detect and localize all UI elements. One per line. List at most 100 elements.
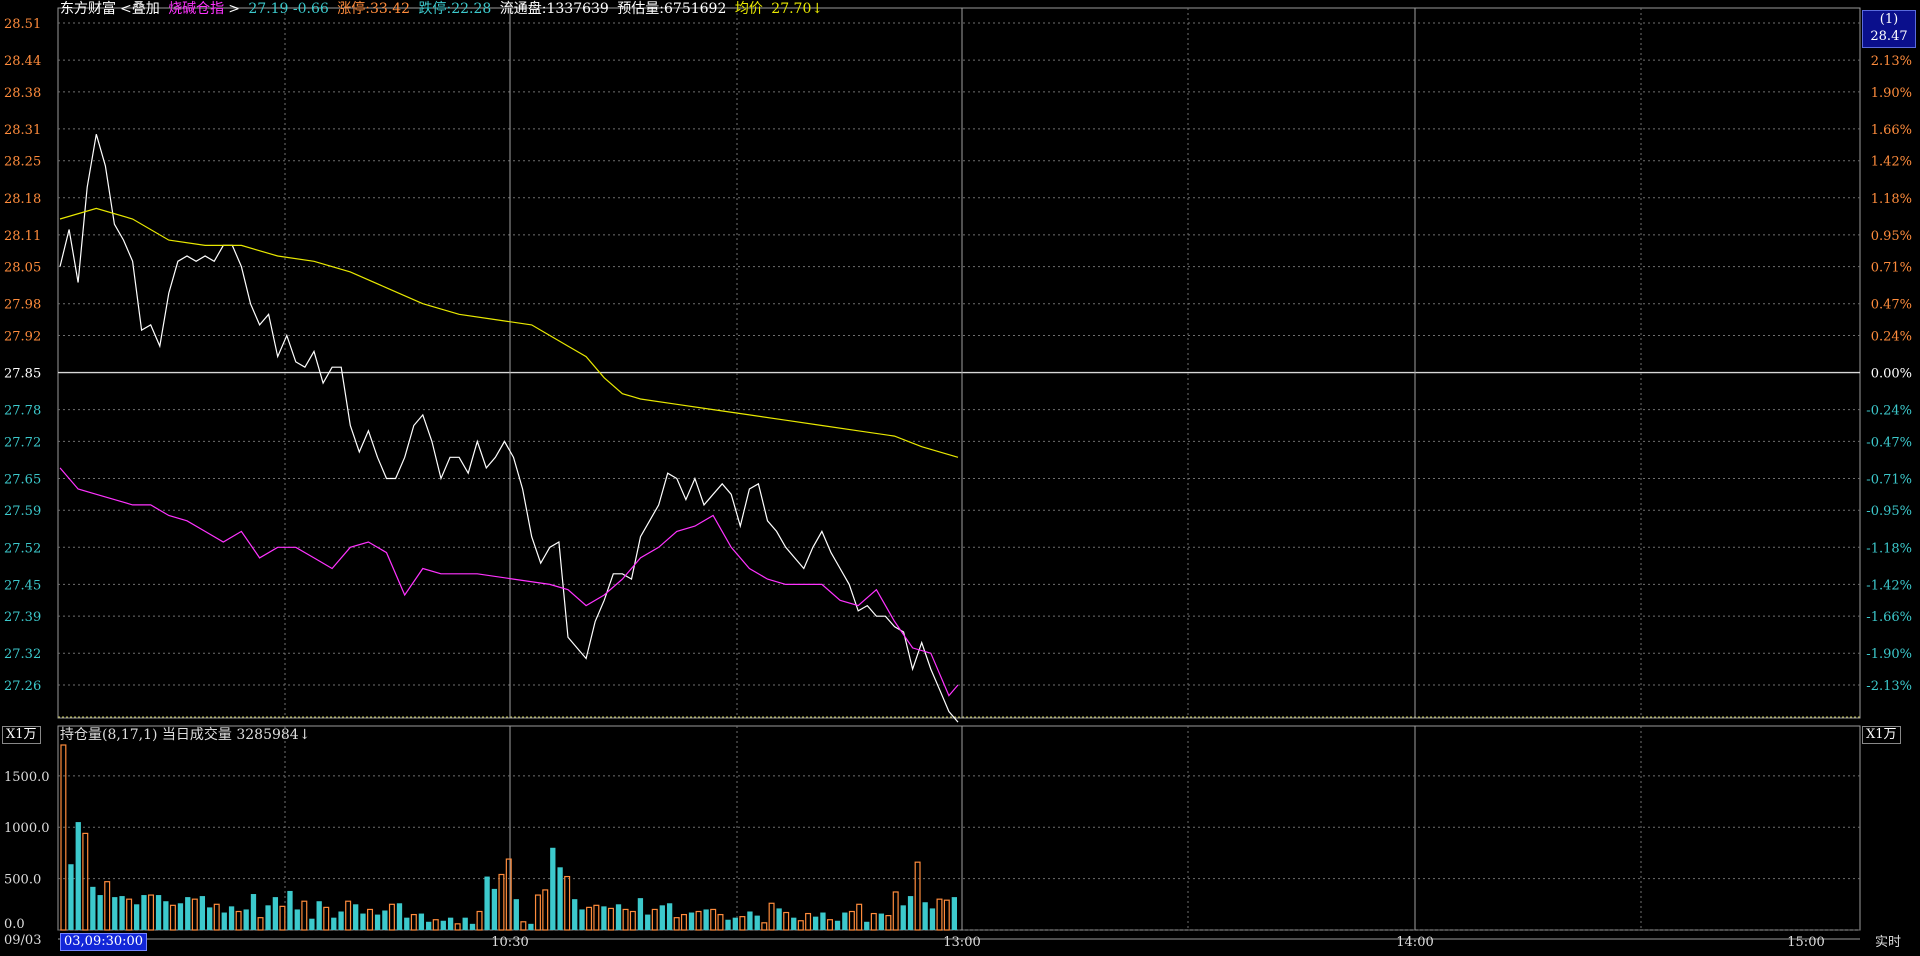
volume-bar <box>607 907 614 931</box>
overlay-add-label[interactable]: <叠加 <box>120 1 160 17</box>
volume-bar <box>826 919 833 931</box>
volume-bar <box>907 896 914 930</box>
price-tick-label: 27.65 <box>4 472 41 487</box>
volume-bar <box>629 910 636 931</box>
volume-bar <box>593 904 600 931</box>
volume-bar <box>943 899 950 931</box>
volume-tick-label: 1500.0 <box>4 770 50 785</box>
volume-bar <box>914 861 921 931</box>
volume-bar <box>498 873 505 931</box>
overlay_index-series-line <box>59 467 959 697</box>
volume-bar <box>717 913 724 931</box>
volume-bar <box>432 919 439 931</box>
cursor-time-badge: 03,09:30:00 <box>60 933 148 951</box>
volume-bar <box>272 897 279 930</box>
intraday-chart[interactable]: 28.512.37%28.442.13%28.381.90%28.311.66%… <box>0 0 1920 956</box>
volume-bar <box>864 921 870 930</box>
percent-tick-label: -1.18% <box>1866 541 1912 556</box>
volume-bar <box>695 910 702 931</box>
price-tick-label: 27.98 <box>4 298 41 313</box>
price-change: 27.19 -0.66 <box>248 1 329 17</box>
volume-bar <box>388 903 395 931</box>
volume-bar <box>688 912 695 930</box>
time-axis-label: 13:00 <box>943 935 980 950</box>
volume-bar <box>856 903 863 931</box>
volume-bar <box>169 904 176 931</box>
percent-tick-label: 0.95% <box>1871 229 1912 244</box>
limit-up: 涨停:33.42 <box>337 1 411 17</box>
volume-bar <box>287 890 293 930</box>
volume-bar <box>60 744 67 931</box>
volume-bar <box>177 903 184 930</box>
volume-bar <box>645 914 651 930</box>
volume-bar <box>112 897 118 930</box>
price-tick-label: 28.05 <box>4 261 41 276</box>
volume-bar <box>228 906 235 930</box>
percent-tick-label: 2.13% <box>1871 54 1912 69</box>
volume-bar <box>572 899 578 930</box>
volume-bar <box>243 909 249 930</box>
volume-bar <box>382 910 388 930</box>
volume-bar <box>936 898 943 931</box>
volume-bar <box>476 910 483 931</box>
price-tick-label: 28.25 <box>4 155 41 170</box>
volume-bar <box>703 909 709 930</box>
volume-bar <box>126 898 133 931</box>
volume-bar <box>601 906 607 930</box>
volume-bar <box>797 920 804 931</box>
percent-tick-label: -0.95% <box>1866 504 1912 519</box>
overlay-arrow[interactable]: > <box>228 1 240 17</box>
volume-bar <box>367 908 374 931</box>
price-tick-label: 27.85 <box>4 367 41 382</box>
volume-bar <box>185 897 191 930</box>
volume-bar <box>426 921 432 930</box>
volume-bar <box>776 908 782 930</box>
percent-tick-label: -0.71% <box>1866 472 1912 487</box>
volume-bar <box>301 900 308 931</box>
volume-bar <box>447 917 454 930</box>
percent-tick-label: 0.24% <box>1871 329 1912 344</box>
float-shares: 流通盘:1337639 <box>499 1 609 17</box>
volume-bar <box>119 896 125 930</box>
limit-down: 跌停:22.28 <box>418 1 492 17</box>
volume-bar <box>747 911 753 930</box>
price-tick-label: 27.32 <box>4 647 41 662</box>
volume-bar <box>374 914 381 930</box>
badge-price: 28.47 <box>1870 29 1908 44</box>
price-tick-label: 27.78 <box>4 404 41 419</box>
volume-bar <box>331 917 337 930</box>
percent-tick-label: -0.24% <box>1866 404 1912 419</box>
volume-bar <box>462 917 468 930</box>
realtime-mode-label[interactable]: 实时 <box>1875 935 1901 951</box>
percent-tick-label: 0.71% <box>1871 261 1912 276</box>
volume-bar <box>440 920 446 930</box>
price-tick-label: 27.72 <box>4 435 41 450</box>
percent-tick-label: 1.66% <box>1871 123 1912 138</box>
price-tick-label: 27.59 <box>4 504 41 519</box>
volume-bar <box>812 916 819 930</box>
volume-tick-label: 1000.0 <box>4 821 50 836</box>
volume-bar <box>134 904 140 930</box>
percent-tick-label: -1.42% <box>1866 578 1912 593</box>
cursor-price-badge: (1) 28.47 <box>1862 10 1916 48</box>
volume-bar <box>761 922 768 931</box>
volume-bar <box>199 896 206 930</box>
average-label: 均价 <box>734 1 763 17</box>
price-tick-label: 28.38 <box>4 86 41 101</box>
volume-bar <box>316 901 322 930</box>
stock-name[interactable]: 东方财富 <box>60 1 116 17</box>
overlay-index-label[interactable]: 烧碱仓指 <box>168 1 224 17</box>
volume-bar <box>651 908 658 931</box>
volume-bar <box>396 903 403 930</box>
volume-bar <box>250 894 257 930</box>
volume-bar <box>680 913 687 931</box>
price-panel-frame <box>57 7 1861 719</box>
percent-tick-label: -2.13% <box>1866 679 1912 694</box>
time-axis-label: 14:00 <box>1396 935 1433 950</box>
volume-bar <box>207 907 213 930</box>
volume-bar <box>666 903 673 930</box>
volume-bar <box>900 905 906 930</box>
volume-bar <box>353 904 359 930</box>
price-tick-label: 27.52 <box>4 541 41 556</box>
volume-bar <box>213 903 220 931</box>
